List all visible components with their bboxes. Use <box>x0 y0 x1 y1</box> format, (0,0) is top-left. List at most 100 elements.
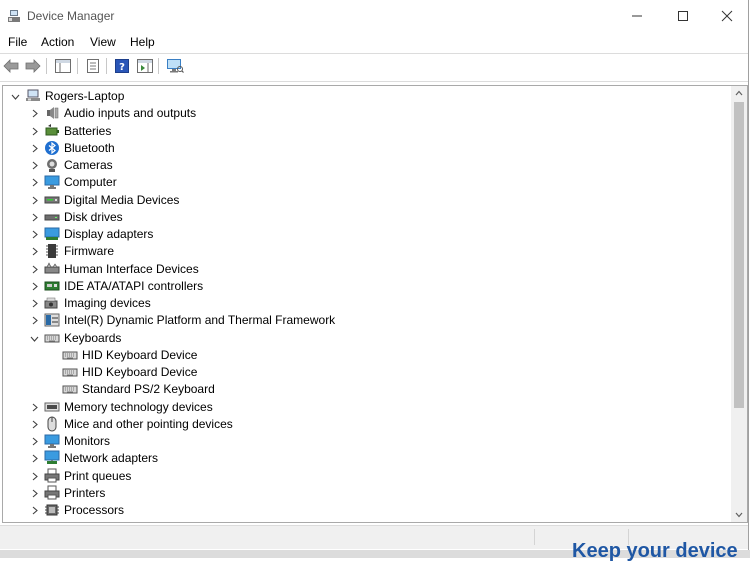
chevron-right-icon[interactable] <box>30 213 39 222</box>
imaging-icon <box>44 295 60 311</box>
chevron-right-icon[interactable] <box>30 127 39 136</box>
tree-device-hid-keyboard-device[interactable]: HID Keyboard Device <box>3 347 728 364</box>
show-hide-console-tree-button[interactable] <box>54 57 72 75</box>
properties-button[interactable] <box>84 57 102 75</box>
chevron-right-icon[interactable] <box>30 489 39 498</box>
title-bar[interactable]: Device Manager <box>0 0 748 32</box>
menu-view[interactable]: View <box>90 35 116 49</box>
tree-category-batteries[interactable]: Batteries <box>3 123 728 140</box>
tree-root-rogers-laptop[interactable]: Rogers-Laptop <box>3 88 728 105</box>
tree-category-printers[interactable]: Printers <box>3 485 728 502</box>
tree-category-processors[interactable]: Processors <box>3 502 728 519</box>
tree-category-print-queues[interactable]: Print queues <box>3 468 728 485</box>
tree-category-network-adapters[interactable]: Network adapters <box>3 450 728 467</box>
tree-item-label: Keyboards <box>64 330 122 345</box>
help-icon: ? <box>115 59 129 73</box>
tree-category-monitors[interactable]: Monitors <box>3 433 728 450</box>
minimize-button[interactable] <box>614 0 660 32</box>
device-tree[interactable]: Rogers-Laptop Audio inputs and outputs Bat… <box>2 85 748 523</box>
keyboard-icon <box>62 364 78 380</box>
chevron-right-icon[interactable] <box>30 161 39 170</box>
chevron-right-icon[interactable] <box>30 454 39 463</box>
tree-item-label: Rogers-Laptop <box>45 89 125 103</box>
tree-category-keyboards[interactable]: Keyboards <box>3 330 728 347</box>
tree-item-label: Memory technology devices <box>64 399 213 414</box>
forward-button[interactable] <box>24 57 42 75</box>
tree-item-label: Human Interface Devices <box>64 261 199 276</box>
tree-category-cameras[interactable]: Cameras <box>3 157 728 174</box>
tree-item-label: Computer <box>64 175 117 190</box>
chevron-right-icon[interactable] <box>30 230 39 239</box>
keyboard-icon <box>44 330 60 346</box>
tree-device-standard-ps-2-keyboard[interactable]: Standard PS/2 Keyboard <box>3 381 728 398</box>
tree-category-computer[interactable]: Computer <box>3 174 728 191</box>
print-queue-icon <box>44 468 60 484</box>
menu-file[interactable]: File <box>8 35 27 49</box>
back-button[interactable] <box>2 57 20 75</box>
camera-icon <box>44 157 60 173</box>
toolbar-separator <box>158 58 159 74</box>
chevron-right-icon[interactable] <box>30 472 39 481</box>
scroll-up-icon[interactable] <box>735 90 743 96</box>
tree-category-firmware[interactable]: Firmware <box>3 243 728 260</box>
tree-category-imaging-devices[interactable]: Imaging devices <box>3 295 728 312</box>
tree-item-label: IDE ATA/ATAPI controllers <box>64 278 204 293</box>
memory-icon <box>44 399 60 415</box>
chevron-right-icon[interactable] <box>30 282 39 291</box>
chevron-right-icon[interactable] <box>30 109 39 118</box>
network-adapter-icon <box>44 450 60 466</box>
laptop-icon <box>25 88 41 104</box>
tree-item-label: Processors <box>64 503 125 517</box>
chevron-right-icon[interactable] <box>30 316 39 325</box>
tree-category-disk-drives[interactable]: Disk drives <box>3 209 728 226</box>
maximize-icon <box>678 11 688 21</box>
menu-bar: File Action View Help <box>0 32 748 52</box>
tree-category-bluetooth[interactable]: Bluetooth <box>3 140 728 157</box>
scroll-down-icon[interactable] <box>735 512 743 518</box>
toolbar-separator <box>77 58 78 74</box>
chevron-right-icon[interactable] <box>30 437 39 446</box>
properties-icon <box>87 59 99 73</box>
chevron-right-icon[interactable] <box>30 196 39 205</box>
tree-device-hid-keyboard-device[interactable]: HID Keyboard Device <box>3 364 728 381</box>
chevron-down-icon[interactable] <box>30 334 39 343</box>
chevron-right-icon[interactable] <box>30 144 39 153</box>
chevron-right-icon[interactable] <box>30 265 39 274</box>
chevron-right-icon[interactable] <box>30 403 39 412</box>
tree-category-memory-technology-devices[interactable]: Memory technology devices <box>3 399 728 416</box>
scan-hardware-icon <box>167 59 184 73</box>
svg-text:?: ? <box>119 62 125 73</box>
tree-item-label: Imaging devices <box>64 296 151 310</box>
tree-category-digital-media-devices[interactable]: Digital Media Devices <box>3 192 728 209</box>
chevron-right-icon[interactable] <box>30 299 39 308</box>
chevron-down-icon[interactable] <box>11 92 20 101</box>
chevron-right-icon[interactable] <box>30 506 39 515</box>
menu-help[interactable]: Help <box>130 35 155 49</box>
tree-category-human-interface-devices[interactable]: Human Interface Devices <box>3 261 728 278</box>
tree-category-ide-ata-atapi-controllers[interactable]: IDE ATA/ATAPI controllers <box>3 278 728 295</box>
help-button[interactable]: ? <box>113 57 131 75</box>
tree-category-mice-and-other-pointing-devices[interactable]: Mice and other pointing devices <box>3 416 728 433</box>
scan-hardware-button[interactable] <box>166 57 184 75</box>
tree-item-label: HID Keyboard Device <box>82 365 198 379</box>
display-adapter-icon <box>44 226 60 242</box>
menu-action[interactable]: Action <box>41 35 74 49</box>
action-pane-button[interactable] <box>136 57 154 75</box>
speaker-icon <box>44 105 60 121</box>
tree-category-audio-inputs-and-outputs[interactable]: Audio inputs and outputs <box>3 105 728 122</box>
chevron-right-icon[interactable] <box>30 178 39 187</box>
printer-icon <box>44 485 60 501</box>
maximize-button[interactable] <box>660 0 706 32</box>
background-text: Keep your device <box>572 540 738 562</box>
vertical-scrollbar[interactable] <box>731 86 747 522</box>
tree-category-intel-r-dynamic-platform-and-thermal-framework[interactable]: Intel(R) Dynamic Platform and Thermal Fr… <box>3 312 728 329</box>
scrollbar-thumb[interactable] <box>734 102 744 408</box>
tree-category-display-adapters[interactable]: Display adapters <box>3 226 728 243</box>
firmware-icon <box>44 243 60 259</box>
close-button[interactable] <box>704 0 750 32</box>
chevron-right-icon[interactable] <box>30 420 39 429</box>
bluetooth-icon <box>44 140 60 156</box>
chevron-right-icon[interactable] <box>30 247 39 256</box>
toolbar-separator <box>46 58 47 74</box>
tree-item-label: Firmware <box>64 244 114 259</box>
